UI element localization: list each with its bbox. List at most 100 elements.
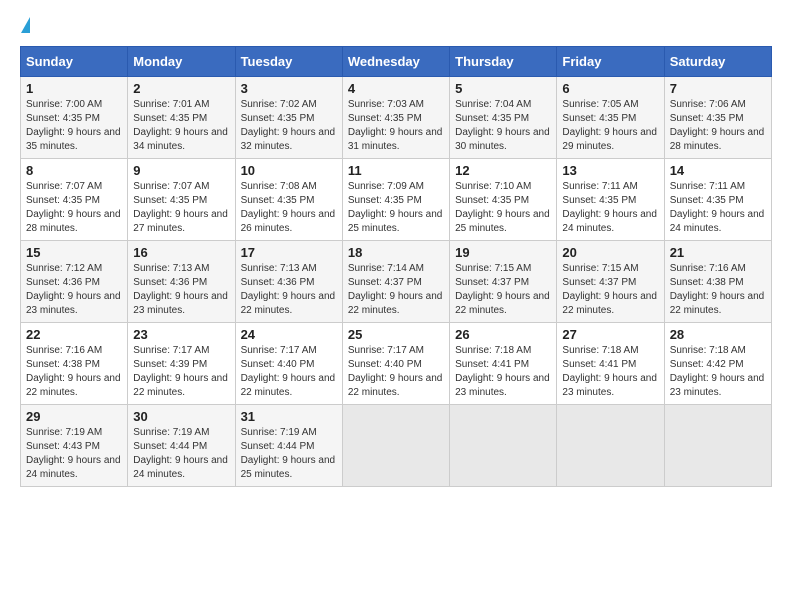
- cell-info: Sunrise: 7:07 AMSunset: 4:35 PMDaylight:…: [133, 181, 228, 234]
- calendar-cell: 31 Sunrise: 7:19 AMSunset: 4:44 PMDaylig…: [235, 405, 342, 487]
- calendar-cell: 16 Sunrise: 7:13 AMSunset: 4:36 PMDaylig…: [128, 241, 235, 323]
- cell-day-number: 31: [241, 409, 337, 424]
- cell-info: Sunrise: 7:06 AMSunset: 4:35 PMDaylight:…: [670, 99, 765, 152]
- calendar-header-saturday: Saturday: [664, 47, 771, 77]
- cell-day-number: 5: [455, 81, 551, 96]
- calendar-week-row: 15 Sunrise: 7:12 AMSunset: 4:36 PMDaylig…: [21, 241, 772, 323]
- calendar-header-row: SundayMondayTuesdayWednesdayThursdayFrid…: [21, 47, 772, 77]
- calendar-cell: 4 Sunrise: 7:03 AMSunset: 4:35 PMDayligh…: [342, 77, 449, 159]
- calendar-week-row: 22 Sunrise: 7:16 AMSunset: 4:38 PMDaylig…: [21, 323, 772, 405]
- cell-info: Sunrise: 7:19 AMSunset: 4:44 PMDaylight:…: [133, 427, 228, 480]
- calendar-header-tuesday: Tuesday: [235, 47, 342, 77]
- calendar-cell: [342, 405, 449, 487]
- cell-info: Sunrise: 7:17 AMSunset: 4:40 PMDaylight:…: [348, 345, 443, 398]
- cell-day-number: 8: [26, 163, 122, 178]
- cell-day-number: 22: [26, 327, 122, 342]
- calendar-cell: 18 Sunrise: 7:14 AMSunset: 4:37 PMDaylig…: [342, 241, 449, 323]
- calendar-header-sunday: Sunday: [21, 47, 128, 77]
- calendar-cell: 7 Sunrise: 7:06 AMSunset: 4:35 PMDayligh…: [664, 77, 771, 159]
- cell-day-number: 20: [562, 245, 658, 260]
- cell-info: Sunrise: 7:04 AMSunset: 4:35 PMDaylight:…: [455, 99, 550, 152]
- cell-day-number: 2: [133, 81, 229, 96]
- cell-day-number: 12: [455, 163, 551, 178]
- calendar-cell: 17 Sunrise: 7:13 AMSunset: 4:36 PMDaylig…: [235, 241, 342, 323]
- cell-info: Sunrise: 7:08 AMSunset: 4:35 PMDaylight:…: [241, 181, 336, 234]
- logo-triangle-icon: [21, 17, 30, 33]
- cell-info: Sunrise: 7:18 AMSunset: 4:41 PMDaylight:…: [562, 345, 657, 398]
- calendar-cell: [557, 405, 664, 487]
- cell-info: Sunrise: 7:15 AMSunset: 4:37 PMDaylight:…: [455, 263, 550, 316]
- calendar-cell: [450, 405, 557, 487]
- header: [20, 20, 772, 36]
- calendar-header-thursday: Thursday: [450, 47, 557, 77]
- calendar-cell: 25 Sunrise: 7:17 AMSunset: 4:40 PMDaylig…: [342, 323, 449, 405]
- cell-info: Sunrise: 7:16 AMSunset: 4:38 PMDaylight:…: [26, 345, 121, 398]
- cell-info: Sunrise: 7:11 AMSunset: 4:35 PMDaylight:…: [670, 181, 765, 234]
- cell-info: Sunrise: 7:19 AMSunset: 4:43 PMDaylight:…: [26, 427, 121, 480]
- cell-info: Sunrise: 7:13 AMSunset: 4:36 PMDaylight:…: [241, 263, 336, 316]
- cell-info: Sunrise: 7:02 AMSunset: 4:35 PMDaylight:…: [241, 99, 336, 152]
- calendar-cell: 29 Sunrise: 7:19 AMSunset: 4:43 PMDaylig…: [21, 405, 128, 487]
- calendar-cell: 10 Sunrise: 7:08 AMSunset: 4:35 PMDaylig…: [235, 159, 342, 241]
- calendar-cell: 26 Sunrise: 7:18 AMSunset: 4:41 PMDaylig…: [450, 323, 557, 405]
- cell-day-number: 9: [133, 163, 229, 178]
- calendar-cell: 11 Sunrise: 7:09 AMSunset: 4:35 PMDaylig…: [342, 159, 449, 241]
- cell-day-number: 27: [562, 327, 658, 342]
- cell-day-number: 25: [348, 327, 444, 342]
- calendar-cell: 28 Sunrise: 7:18 AMSunset: 4:42 PMDaylig…: [664, 323, 771, 405]
- cell-day-number: 6: [562, 81, 658, 96]
- cell-day-number: 28: [670, 327, 766, 342]
- cell-info: Sunrise: 7:16 AMSunset: 4:38 PMDaylight:…: [670, 263, 765, 316]
- cell-day-number: 17: [241, 245, 337, 260]
- calendar-cell: 12 Sunrise: 7:10 AMSunset: 4:35 PMDaylig…: [450, 159, 557, 241]
- calendar-cell: 20 Sunrise: 7:15 AMSunset: 4:37 PMDaylig…: [557, 241, 664, 323]
- calendar-cell: 15 Sunrise: 7:12 AMSunset: 4:36 PMDaylig…: [21, 241, 128, 323]
- cell-info: Sunrise: 7:17 AMSunset: 4:39 PMDaylight:…: [133, 345, 228, 398]
- cell-day-number: 29: [26, 409, 122, 424]
- cell-info: Sunrise: 7:00 AMSunset: 4:35 PMDaylight:…: [26, 99, 121, 152]
- cell-info: Sunrise: 7:12 AMSunset: 4:36 PMDaylight:…: [26, 263, 121, 316]
- calendar-cell: 3 Sunrise: 7:02 AMSunset: 4:35 PMDayligh…: [235, 77, 342, 159]
- cell-info: Sunrise: 7:13 AMSunset: 4:36 PMDaylight:…: [133, 263, 228, 316]
- cell-info: Sunrise: 7:09 AMSunset: 4:35 PMDaylight:…: [348, 181, 443, 234]
- cell-day-number: 23: [133, 327, 229, 342]
- cell-day-number: 16: [133, 245, 229, 260]
- calendar-cell: 9 Sunrise: 7:07 AMSunset: 4:35 PMDayligh…: [128, 159, 235, 241]
- cell-info: Sunrise: 7:18 AMSunset: 4:42 PMDaylight:…: [670, 345, 765, 398]
- calendar-cell: 2 Sunrise: 7:01 AMSunset: 4:35 PMDayligh…: [128, 77, 235, 159]
- cell-day-number: 30: [133, 409, 229, 424]
- cell-info: Sunrise: 7:14 AMSunset: 4:37 PMDaylight:…: [348, 263, 443, 316]
- cell-day-number: 4: [348, 81, 444, 96]
- cell-day-number: 26: [455, 327, 551, 342]
- calendar-cell: 21 Sunrise: 7:16 AMSunset: 4:38 PMDaylig…: [664, 241, 771, 323]
- calendar-week-row: 29 Sunrise: 7:19 AMSunset: 4:43 PMDaylig…: [21, 405, 772, 487]
- cell-day-number: 18: [348, 245, 444, 260]
- calendar-week-row: 1 Sunrise: 7:00 AMSunset: 4:35 PMDayligh…: [21, 77, 772, 159]
- cell-info: Sunrise: 7:17 AMSunset: 4:40 PMDaylight:…: [241, 345, 336, 398]
- calendar-cell: [664, 405, 771, 487]
- calendar-cell: 13 Sunrise: 7:11 AMSunset: 4:35 PMDaylig…: [557, 159, 664, 241]
- cell-day-number: 10: [241, 163, 337, 178]
- cell-info: Sunrise: 7:07 AMSunset: 4:35 PMDaylight:…: [26, 181, 121, 234]
- cell-day-number: 15: [26, 245, 122, 260]
- cell-info: Sunrise: 7:05 AMSunset: 4:35 PMDaylight:…: [562, 99, 657, 152]
- cell-info: Sunrise: 7:01 AMSunset: 4:35 PMDaylight:…: [133, 99, 228, 152]
- cell-info: Sunrise: 7:11 AMSunset: 4:35 PMDaylight:…: [562, 181, 657, 234]
- cell-day-number: 24: [241, 327, 337, 342]
- calendar-cell: 14 Sunrise: 7:11 AMSunset: 4:35 PMDaylig…: [664, 159, 771, 241]
- calendar-cell: 8 Sunrise: 7:07 AMSunset: 4:35 PMDayligh…: [21, 159, 128, 241]
- calendar-cell: 23 Sunrise: 7:17 AMSunset: 4:39 PMDaylig…: [128, 323, 235, 405]
- calendar-week-row: 8 Sunrise: 7:07 AMSunset: 4:35 PMDayligh…: [21, 159, 772, 241]
- cell-day-number: 13: [562, 163, 658, 178]
- calendar-header-monday: Monday: [128, 47, 235, 77]
- calendar-cell: 19 Sunrise: 7:15 AMSunset: 4:37 PMDaylig…: [450, 241, 557, 323]
- cell-info: Sunrise: 7:10 AMSunset: 4:35 PMDaylight:…: [455, 181, 550, 234]
- calendar-cell: 30 Sunrise: 7:19 AMSunset: 4:44 PMDaylig…: [128, 405, 235, 487]
- calendar-cell: 6 Sunrise: 7:05 AMSunset: 4:35 PMDayligh…: [557, 77, 664, 159]
- cell-day-number: 11: [348, 163, 444, 178]
- calendar-cell: 27 Sunrise: 7:18 AMSunset: 4:41 PMDaylig…: [557, 323, 664, 405]
- calendar-cell: 1 Sunrise: 7:00 AMSunset: 4:35 PMDayligh…: [21, 77, 128, 159]
- cell-info: Sunrise: 7:15 AMSunset: 4:37 PMDaylight:…: [562, 263, 657, 316]
- cell-day-number: 19: [455, 245, 551, 260]
- cell-day-number: 14: [670, 163, 766, 178]
